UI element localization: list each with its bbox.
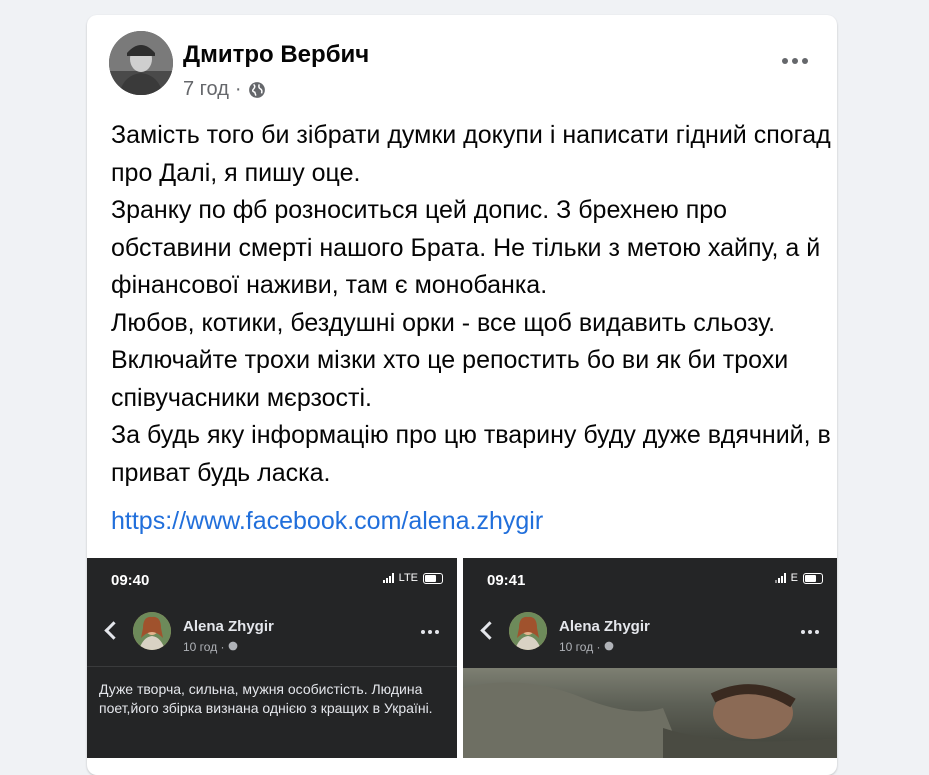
post-photo <box>463 668 837 758</box>
back-chevron-icon <box>480 621 499 640</box>
meta-separator: · <box>234 78 242 100</box>
globe-icon <box>604 641 614 651</box>
back-chevron-icon <box>104 621 123 640</box>
screenshot-text: Дуже творча, сильна, мужня особистість. … <box>99 681 433 716</box>
post-paragraph: За будь яку інформацію про цю тварину бу… <box>111 421 831 487</box>
profile-time: 10 год · <box>559 640 604 654</box>
post-time[interactable]: 7 год <box>183 78 229 101</box>
author-name[interactable]: Дмитро Вербич <box>183 41 369 69</box>
post-options-button[interactable] <box>775 49 815 73</box>
profile-name: Alena Zhygir <box>559 618 650 635</box>
post-text: Замість того би зібрати думки докупи і н… <box>111 117 831 492</box>
avatar-image <box>109 31 173 95</box>
more-icon <box>421 630 439 634</box>
signal-icon <box>774 573 786 583</box>
status-time: 09:41 <box>487 572 526 589</box>
more-dot-icon <box>802 58 808 64</box>
more-dot-icon <box>782 58 788 64</box>
more-dot-icon <box>792 58 798 64</box>
status-bar-right: LTE <box>382 572 443 584</box>
post-paragraph: Любов, котики, бездушні орки - все щоб в… <box>111 308 789 412</box>
post-paragraph: Зранку по фб розноситься цей допис. З бр… <box>111 196 821 299</box>
post-paragraph: Замість того би зібрати думки докупи і н… <box>111 121 831 187</box>
battery-icon <box>803 572 823 584</box>
profile-photo <box>133 612 171 650</box>
more-icon <box>801 630 819 634</box>
author-avatar[interactable] <box>109 31 173 95</box>
network-type: LTE <box>398 572 418 584</box>
profile-meta: 10 год · <box>559 640 614 654</box>
divider <box>87 666 457 667</box>
post-meta: 7 год · <box>183 78 266 101</box>
photo-content <box>463 682 837 758</box>
attached-image-2[interactable]: 09:41 E Alena Zhygir 10 год · <box>463 558 837 758</box>
status-time: 09:40 <box>111 572 150 589</box>
battery-icon <box>423 572 443 584</box>
profile-name: Alena Zhygir <box>183 618 274 635</box>
globe-icon[interactable] <box>248 81 266 99</box>
attached-image-1[interactable]: 09:40 LTE Alena Zhygir 10 год · Дуже тво… <box>87 558 457 758</box>
globe-icon <box>228 641 238 651</box>
post-card: Дмитро Вербич 7 год · Замість того би зі… <box>87 15 837 775</box>
profile-meta: 10 год · <box>183 640 238 654</box>
network-type: E <box>790 572 798 584</box>
profile-time: 10 год · <box>183 640 228 654</box>
status-bar-right: E <box>774 572 823 584</box>
profile-photo <box>509 612 547 650</box>
profile-avatar <box>133 612 171 650</box>
post-link[interactable]: https://www.facebook.com/alena.zhygir <box>111 507 543 536</box>
signal-icon <box>382 573 394 583</box>
profile-avatar <box>509 612 547 650</box>
